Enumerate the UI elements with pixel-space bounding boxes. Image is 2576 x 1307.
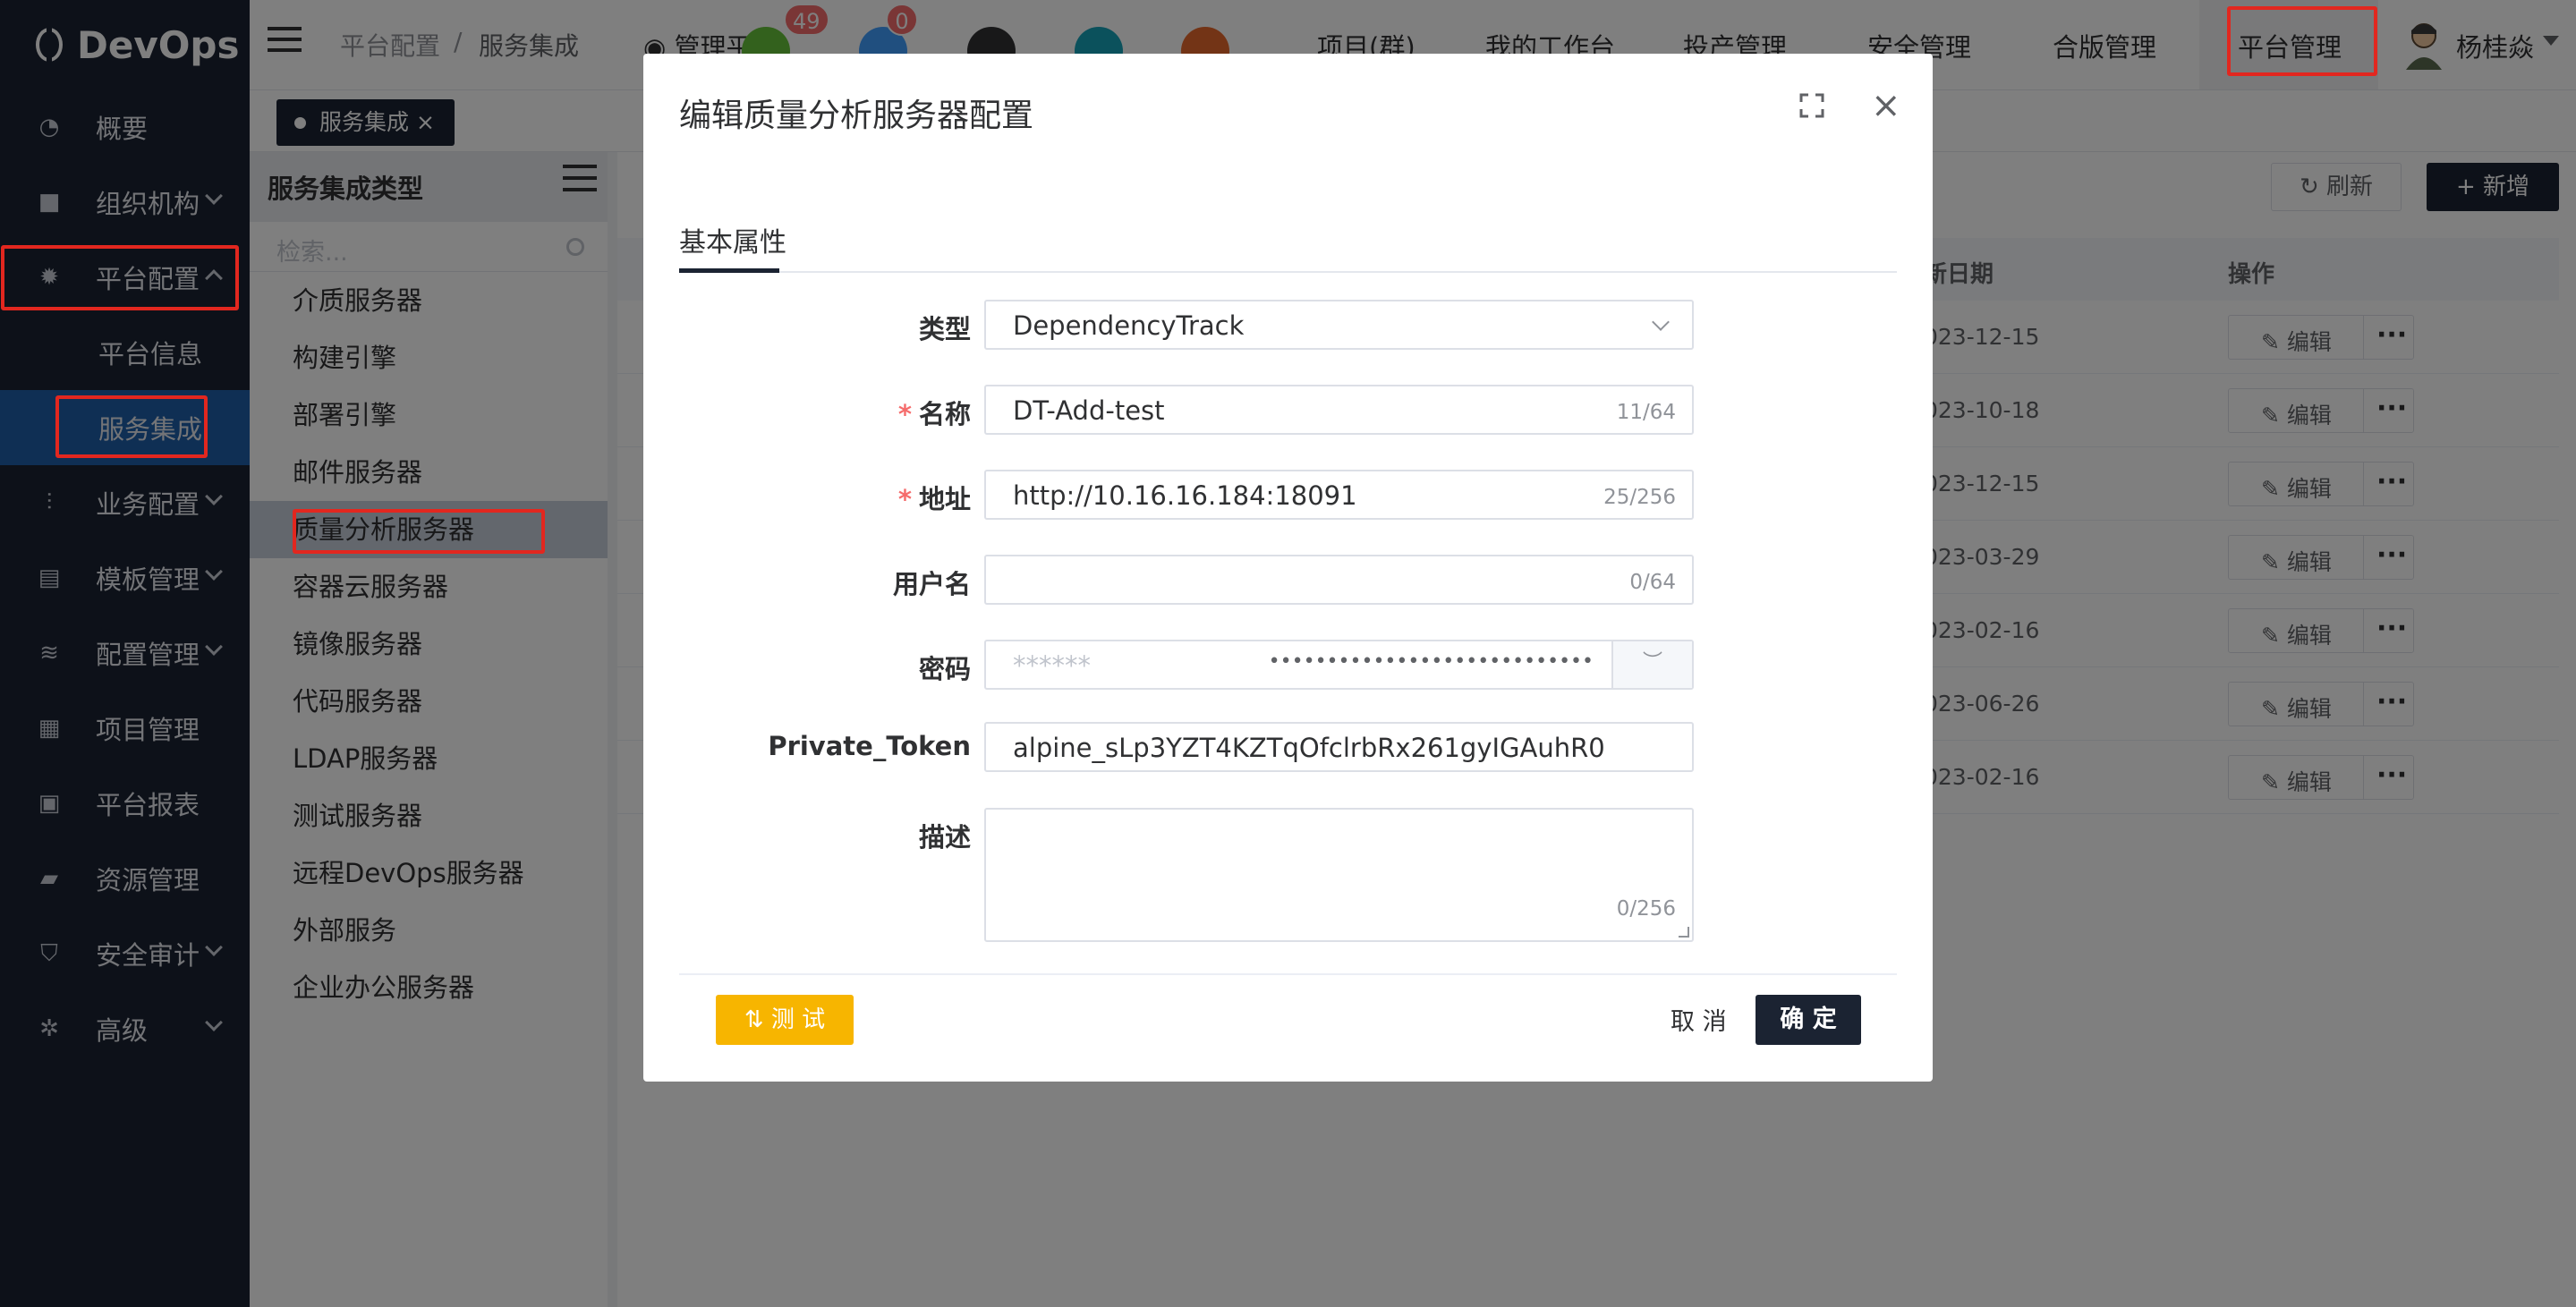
tab-active-indicator <box>679 268 779 273</box>
type-select[interactable]: DependencyTrack <box>984 300 1694 350</box>
type-label: 类型 <box>918 314 971 344</box>
fullscreen-icon[interactable] <box>1799 93 1824 118</box>
username-char-count: 0/64 <box>1629 571 1676 594</box>
address-label: * 地址 <box>897 484 971 514</box>
username-input[interactable]: 0/64 <box>984 555 1694 605</box>
token-label: Private_Token <box>768 731 971 761</box>
address-char-count: 25/256 <box>1603 486 1676 509</box>
swap-icon: ⇅ <box>744 1006 771 1033</box>
token-input[interactable]: alpine_sLp3YZT4KZTqOfclrbRx261gyIGAuhR0 <box>984 722 1694 772</box>
edit-dialog: 编辑质量分析服务器配置 × 基本属性 类型 DependencyTrack * 名… <box>643 54 1933 1082</box>
tab-divider <box>679 271 1897 273</box>
name-input[interactable]: DT-Add-test 11/64 <box>984 385 1694 435</box>
password-masked-value: •••••••••••••••••••••••••••• <box>1268 650 1594 673</box>
confirm-button[interactable]: 确 定 <box>1756 995 1861 1045</box>
name-char-count: 11/64 <box>1616 401 1676 424</box>
cancel-button[interactable]: 取 消 <box>1671 1002 1727 1037</box>
password-label: 密码 <box>918 654 971 684</box>
username-label: 用户名 <box>892 569 971 599</box>
description-label: 描述 <box>918 822 971 853</box>
eye-closed-icon[interactable]: ︶ <box>1611 641 1692 688</box>
description-textarea[interactable]: 0/256 <box>984 808 1694 942</box>
chevron-down-icon <box>1652 313 1670 331</box>
resize-handle-icon[interactable] <box>1679 927 1689 938</box>
dialog-title: 编辑质量分析服务器配置 <box>679 98 1034 134</box>
footer-divider <box>679 973 1897 975</box>
test-button[interactable]: ⇅ 测 试 <box>716 995 854 1045</box>
name-label: * 名称 <box>897 399 971 429</box>
close-icon[interactable]: × <box>1871 88 1901 123</box>
password-input[interactable]: ****** •••••••••••••••••••••••••••• ︶ <box>984 640 1694 690</box>
address-input[interactable]: http://10.16.16.184:18091 25/256 <box>984 470 1694 520</box>
description-char-count: 0/256 <box>1616 897 1676 921</box>
tab-basic-properties[interactable]: 基本属性 <box>679 220 786 259</box>
